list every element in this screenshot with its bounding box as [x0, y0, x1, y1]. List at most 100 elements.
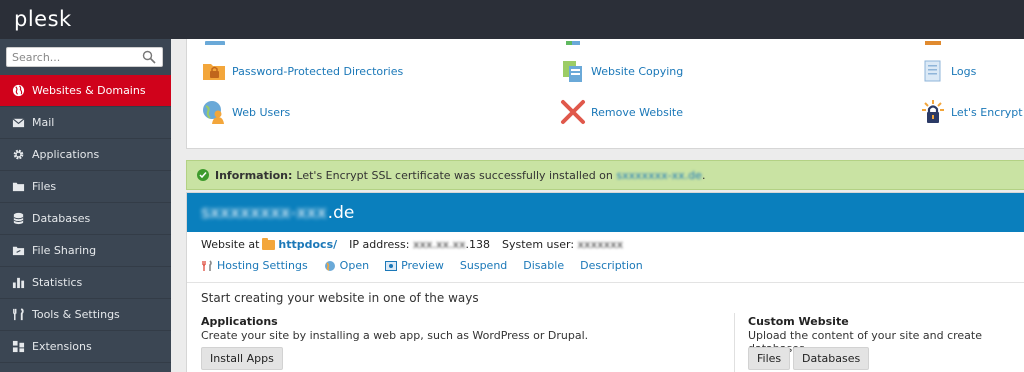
action-label: Preview: [401, 259, 444, 272]
gear-icon: [13, 149, 24, 160]
partial-tool-icon: [921, 39, 945, 45]
applications-title: Applications: [201, 315, 278, 328]
sidebar-item-statistics[interactable]: Statistics: [0, 267, 171, 299]
open-globe-icon: [324, 260, 335, 271]
search-input[interactable]: [7, 48, 137, 66]
logo-text: plesk: [14, 7, 72, 31]
system-user-blurred: xxxxxxx: [577, 238, 624, 251]
folder-icon: [262, 237, 276, 250]
action-label: Disable: [523, 259, 565, 272]
sidebar-item-label: Extensions: [32, 340, 92, 353]
install-apps-button[interactable]: Install Apps: [201, 347, 283, 370]
envelope-icon: [12, 118, 25, 128]
search-box: [6, 47, 163, 67]
sidebar-nav: Websites & Domains Mail Applications Fil…: [0, 75, 171, 363]
sidebar-item-databases[interactable]: Databases: [0, 203, 171, 235]
ip-label: IP address:: [349, 238, 410, 251]
tools-icon: [13, 308, 24, 321]
partial-tool-icon: [562, 39, 586, 45]
docroot-link[interactable]: httpdocs/: [278, 238, 337, 251]
action-label: Open: [339, 259, 370, 272]
ip-suffix: .138: [465, 238, 491, 251]
globe-icon: [12, 84, 25, 97]
sidebar-item-websites-domains[interactable]: Websites & Domains: [0, 75, 171, 107]
remove-icon: [561, 100, 585, 124]
divider: [187, 282, 1024, 283]
description-link[interactable]: Description: [580, 259, 643, 272]
copy-icon: [563, 61, 582, 82]
sidebar-item-label: File Sharing: [32, 244, 97, 257]
website-at-label: Website at: [201, 238, 260, 251]
checkmark-icon: [197, 169, 209, 181]
tool-web-users[interactable]: Web Users: [201, 99, 290, 125]
custom-website-title: Custom Website: [748, 315, 849, 328]
action-label: Description: [580, 259, 643, 272]
sidebar-item-label: Files: [32, 180, 57, 193]
disable-link[interactable]: Disable: [523, 259, 564, 272]
start-heading: Start creating your website in one of th…: [201, 291, 479, 305]
hosting-settings-icon: [202, 259, 212, 271]
sidebar: Websites & Domains Mail Applications Fil…: [0, 39, 171, 372]
sidebar-item-label: Websites & Domains: [32, 84, 146, 97]
domain-info-line: Website at httpdocs/ IP address: xxx.xx.…: [201, 237, 624, 251]
notice-text: Let's Encrypt SSL certificate was succes…: [296, 168, 613, 182]
open-link[interactable]: Open: [324, 259, 369, 272]
tool-label: Let's Encrypt: [951, 105, 1023, 119]
info-notification: Information: Let's Encrypt SSL certifica…: [186, 160, 1024, 190]
sidebar-item-label: Applications: [32, 148, 100, 161]
sidebar-item-label: Tools & Settings: [32, 308, 120, 321]
web-users-icon: [203, 101, 224, 124]
applications-text: Create your site by installing a web app…: [201, 329, 589, 342]
column-divider: [734, 313, 735, 372]
system-user-label: System user:: [502, 238, 575, 251]
domain-header: sxxxxxxxx-xxx .de: [187, 193, 1024, 232]
sidebar-item-file-sharing[interactable]: File Sharing: [0, 235, 171, 267]
tool-label: Remove Website: [591, 105, 683, 119]
action-label: Hosting Settings: [217, 259, 308, 272]
tool-logs[interactable]: Logs: [920, 58, 976, 84]
tools-panel: Password-Protected Directories Website C…: [186, 39, 1024, 149]
top-bar: plesk: [0, 0, 1024, 39]
preview-link[interactable]: Preview: [385, 259, 444, 272]
sidebar-item-label: Mail: [32, 116, 55, 129]
domain-name-suffix: .de: [327, 202, 355, 223]
hosting-settings-link[interactable]: Hosting Settings: [201, 259, 308, 272]
search-icon[interactable]: [142, 50, 156, 64]
database-icon: [13, 212, 24, 225]
notice-end: .: [701, 168, 706, 182]
locked-folder-icon: [203, 64, 225, 80]
sidebar-item-extensions[interactable]: Extensions: [0, 331, 171, 363]
databases-button[interactable]: Databases: [793, 347, 870, 370]
preview-icon: [385, 260, 398, 271]
tool-lets-encrypt[interactable]: Let's Encrypt: [920, 99, 1023, 125]
tool-label: Logs: [951, 64, 977, 78]
sidebar-item-applications[interactable]: Applications: [0, 139, 171, 171]
action-label: Suspend: [459, 259, 508, 272]
folder-icon: [12, 182, 25, 192]
tool-label: Web Users: [232, 105, 291, 119]
sidebar-item-tools-settings[interactable]: Tools & Settings: [0, 299, 171, 331]
bar-chart-icon: [12, 277, 25, 289]
sidebar-item-mail[interactable]: Mail: [0, 107, 171, 139]
sidebar-item-label: Statistics: [32, 276, 83, 289]
main-content: Password-Protected Directories Website C…: [171, 39, 1024, 372]
tool-label: Password-Protected Directories: [232, 64, 404, 78]
files-button[interactable]: Files: [748, 347, 791, 370]
lets-encrypt-icon: [922, 100, 944, 123]
tool-website-copying[interactable]: Website Copying: [560, 58, 683, 84]
plesk-logo[interactable]: plesk: [14, 7, 72, 31]
domain-panel: sxxxxxxxx-xxx .de Website at httpdocs/ IP…: [186, 192, 1024, 372]
sidebar-item-files[interactable]: Files: [0, 171, 171, 203]
notice-label: Information:: [215, 168, 293, 182]
tool-password-protected-directories[interactable]: Password-Protected Directories: [201, 58, 403, 84]
domain-name-blurred: sxxxxxxxx-xxx: [201, 202, 327, 223]
notice-domain-link[interactable]: sxxxxxxx-xx.de: [616, 169, 702, 182]
sidebar-item-label: Databases: [32, 212, 91, 225]
suspend-link[interactable]: Suspend: [460, 259, 507, 272]
partial-tool-icon: [203, 39, 227, 45]
share-icon: [12, 246, 25, 256]
tool-remove-website[interactable]: Remove Website: [560, 99, 683, 125]
logs-icon: [924, 60, 941, 82]
extensions-icon: [12, 340, 25, 353]
tool-label: Website Copying: [591, 64, 684, 78]
